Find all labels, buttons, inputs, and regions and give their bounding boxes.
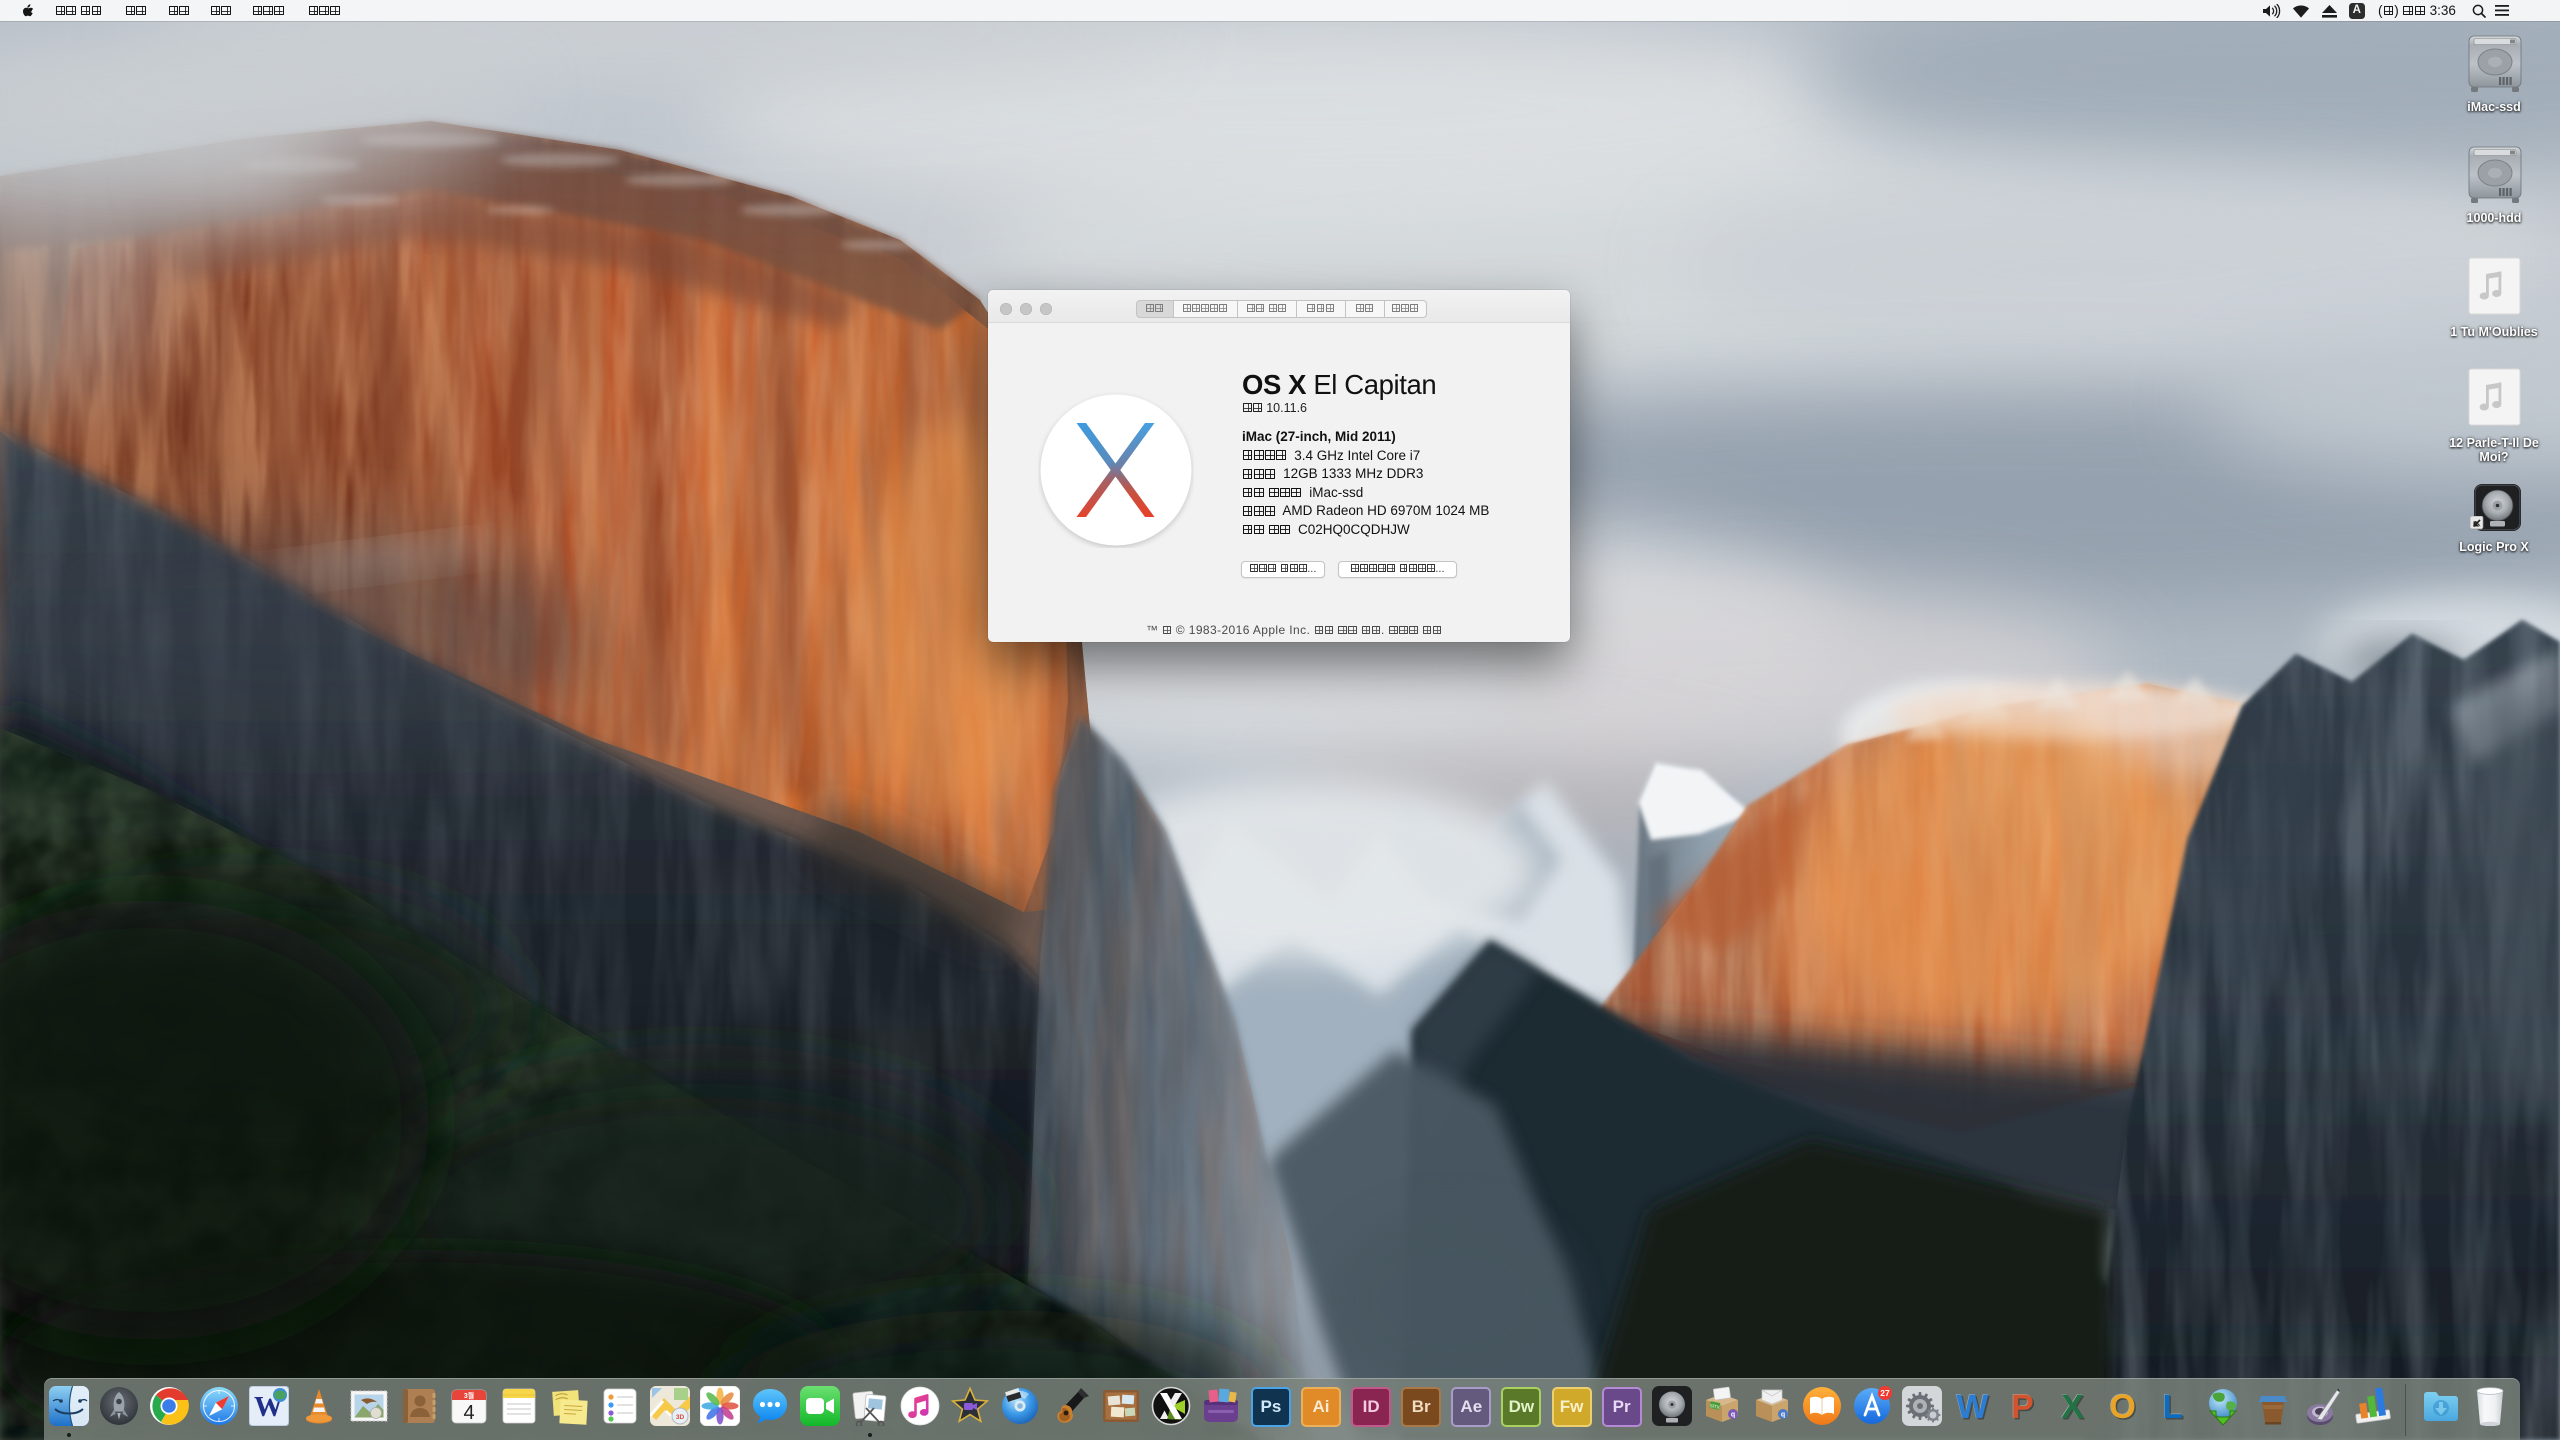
svg-text:3D: 3D [676,1414,685,1421]
svg-text:q: q [1731,1412,1735,1419]
svg-text:27: 27 [1880,1388,1890,1398]
svg-text:3월: 3월 [464,1391,474,1400]
svg-text:4: 4 [464,1402,475,1424]
svg-text:q: q [1781,1412,1785,1419]
